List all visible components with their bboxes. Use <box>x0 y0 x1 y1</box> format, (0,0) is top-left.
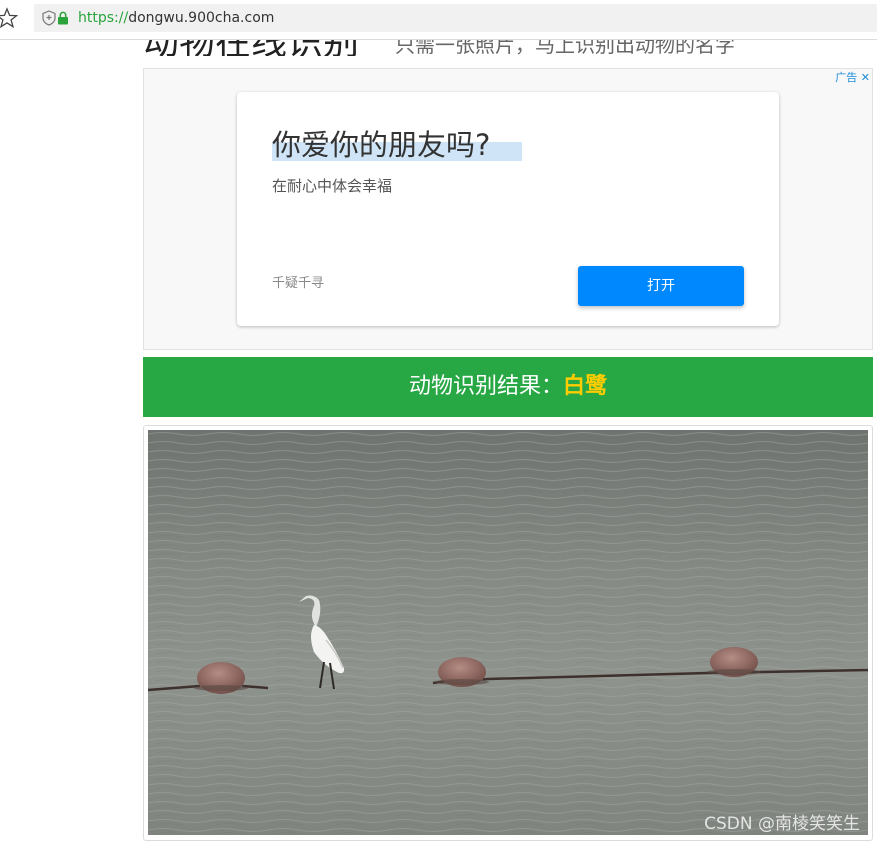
site-subtitle: 只需一张照片，马上识别出动物的名字 <box>395 40 735 56</box>
result-banner: 动物识别结果：白鹭 <box>143 357 873 417</box>
open-button[interactable]: 打开 <box>578 266 744 306</box>
ad-card[interactable]: 你爱你的朋友吗? 在耐心中体会幸福 千疑千寻 打开 <box>237 92 779 326</box>
ad-headline[interactable]: 你爱你的朋友吗? <box>272 125 490 165</box>
ad-label[interactable]: 广告 ✕ <box>835 71 870 85</box>
url-host: dongwu.900cha.com <box>128 10 275 26</box>
ad-brand: 千疑千寻 <box>272 276 325 291</box>
photo-watermark: CSDN @南棱笑笑生 <box>704 814 860 834</box>
result-label: 动物识别结果： <box>408 374 563 399</box>
ad-container: 广告 ✕ 你爱你的朋友吗? 在耐心中体会幸福 千疑千寻 打开 <box>143 68 873 350</box>
url-text[interactable]: https://dongwu.900cha.com <box>78 9 274 27</box>
url-scheme: https:// <box>78 10 129 26</box>
lock-icon <box>58 11 68 25</box>
site-title: 动物在线识别 <box>143 40 359 56</box>
egret-photo: CSDN @南棱笑笑生 <box>148 430 868 835</box>
shield-icon[interactable] <box>42 10 56 26</box>
star-icon[interactable] <box>0 7 18 29</box>
site-header: 动物在线识别 只需一张照片，马上识别出动物的名字 <box>143 40 877 56</box>
close-icon[interactable]: ✕ <box>861 71 870 84</box>
browser-toolbar: https://dongwu.900cha.com <box>0 0 877 36</box>
ad-description: 在耐心中体会幸福 <box>272 177 393 195</box>
ad-tag-text: 广告 <box>835 71 858 84</box>
result-animal: 白鹭 <box>563 374 608 399</box>
address-bar[interactable]: https://dongwu.900cha.com <box>34 4 877 32</box>
